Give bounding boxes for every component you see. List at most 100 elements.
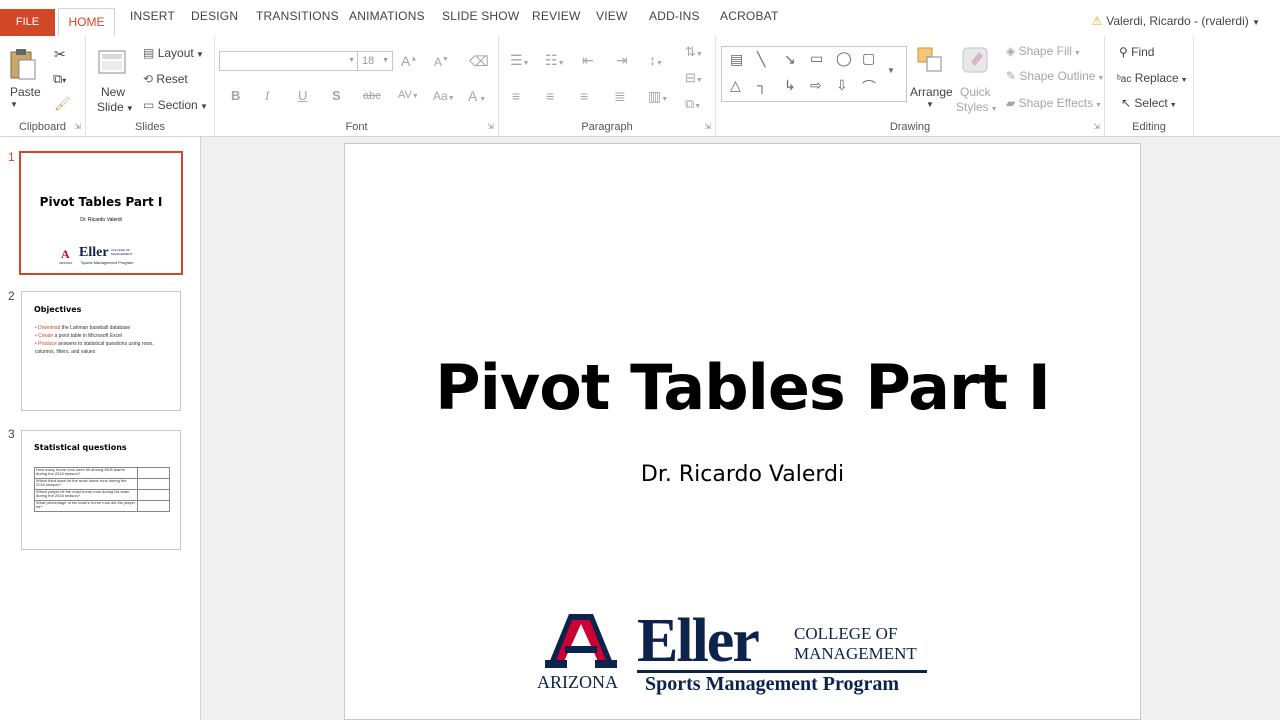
table-cell: Which player hit the most home runs duri… [34,489,138,501]
arrange-button[interactable] [916,46,944,74]
slide-thumbnail-3[interactable]: Statistical questions How many home runs… [21,430,181,550]
chevron-down-icon[interactable]: ▼ [926,100,934,109]
bullet-verb: Create [38,333,54,339]
oval-shape-icon[interactable]: ◯ [836,50,852,67]
find-button[interactable]: ⚲ Find [1119,45,1154,59]
section-button[interactable]: ▭ Section ▼ [143,98,208,112]
rectangle-shape-icon[interactable]: ▭ [810,50,823,67]
italic-button[interactable]: I [265,88,269,104]
rounded-rectangle-shape-icon[interactable]: ▢ [862,50,875,67]
new-slide-label-1[interactable]: New [101,85,125,99]
paste-label[interactable]: Paste [10,85,41,99]
copy-icon[interactable]: ⧉▾ [53,71,66,87]
chevron-down-icon: ▼ [197,102,208,111]
dialog-launcher-icon[interactable]: ⇲ [1093,122,1100,131]
shapes-more-chevron-icon[interactable]: ▼ [887,66,895,75]
slide-editing-canvas[interactable]: Pivot Tables Part I Dr. Ricardo Valerdi … [201,137,1280,720]
dialog-launcher-icon[interactable]: ⇲ [74,122,81,131]
align-center-icon[interactable]: ≡ [546,88,554,104]
shape-effects-button[interactable]: ▰ Shape Effects ▼ [1006,96,1102,110]
new-slide-button[interactable] [98,48,126,76]
align-left-icon[interactable]: ≡ [512,88,520,104]
columns-icon[interactable]: ▥▼ [648,88,668,105]
bold-button[interactable]: B [231,88,240,103]
font-color-button[interactable]: A ▼ [468,88,486,104]
grow-font-icon[interactable]: A▲ [401,53,417,69]
new-slide-label-2[interactable]: Slide ▼ [97,100,134,114]
clipboard-group-label: Clipboard [18,121,67,133]
quick-styles-label-2[interactable]: Styles ▼ [956,100,998,114]
bullets-icon[interactable]: ☰▼ [510,52,530,69]
reset-button[interactable]: ⟲ Reset [143,72,188,86]
shape-outline-button[interactable]: ✎ Shape Outline ▼ [1006,69,1104,83]
table-row: Which player hit the most home runs duri… [34,489,170,501]
arrange-label[interactable]: Arrange [910,85,953,99]
layout-button[interactable]: ▤ Layout ▼ [143,46,204,60]
clear-formatting-icon[interactable]: ⌫ [469,53,489,70]
table-row: What percentage of his team's home runs … [34,500,170,512]
shrink-font-icon[interactable]: A▼ [434,55,449,69]
align-text-icon[interactable]: ⊟▼ [685,70,703,86]
slide-thumbnail-pane[interactable]: 1 Pivot Tables Part I Dr. Ricardo Valerd… [0,137,201,720]
slide-thumbnail-2[interactable]: Objectives • Download the Lahman basebal… [21,291,181,411]
tab-design[interactable]: DESIGN [191,9,238,23]
paste-button[interactable] [9,48,37,80]
font-size-combo[interactable]: 18 ▼ [357,51,393,71]
tab-review[interactable]: REVIEW [532,9,581,23]
slide-subtitle[interactable]: Dr. Ricardo Valerdi [345,462,1140,487]
tab-home[interactable]: HOME [58,8,115,36]
elbow-arrow-shape-icon[interactable]: ↳ [784,77,796,94]
group-font: ▼ 18 ▼ A▲ A▼ ⌫ B I U S abc AV▼ Aa▼ A ▼ Fo… [215,36,499,136]
tab-slide-show[interactable]: SLIDE SHOW [442,9,519,23]
text-shadow-button[interactable]: S [332,88,341,103]
tab-file[interactable]: FILE [0,9,55,36]
elbow-connector-shape-icon[interactable]: ┐ [757,77,767,93]
layout-label: Layout [157,46,194,60]
font-name-combo[interactable]: ▼ [219,51,359,71]
text-box-shape-icon[interactable]: ▤ [730,51,743,68]
quick-styles-button[interactable] [961,46,989,74]
tab-add-ins[interactable]: ADD-INS [649,9,700,23]
shape-fill-button[interactable]: ◈ Shape Fill ▼ [1006,44,1081,58]
justify-icon[interactable]: ≣ [614,88,626,105]
current-slide[interactable]: Pivot Tables Part I Dr. Ricardo Valerdi … [344,143,1141,720]
replace-button[interactable]: ᵇac Replace ▼ [1117,71,1188,85]
line-shape-icon[interactable]: ╲ [757,51,765,68]
freeform-shape-icon[interactable]: ⌒ [862,77,876,97]
decrease-indent-icon[interactable]: ⇤ [582,52,594,69]
quick-styles-label-1[interactable]: Quick [960,85,991,99]
cut-icon[interactable]: ✂ [54,46,66,63]
underline-button[interactable]: U [298,88,307,103]
down-arrow-shape-icon[interactable]: ⇩ [836,77,848,94]
arrow-line-shape-icon[interactable]: ↘ [784,51,796,68]
tab-animations[interactable]: ANIMATIONS [349,9,425,23]
section-icon: ▭ [143,98,155,112]
user-account[interactable]: ⚠ Valerdi, Ricardo - (rvalerdi) ▼ [1091,14,1260,28]
tab-view[interactable]: VIEW [596,9,627,23]
table-cell [137,489,170,501]
tab-insert[interactable]: INSERT [130,9,175,23]
chevron-down-icon[interactable]: ▼ [10,100,18,109]
triangle-shape-icon[interactable]: △ [730,77,741,94]
line-spacing-icon[interactable]: ↕▼ [649,52,663,68]
dialog-launcher-icon[interactable]: ⇲ [704,122,711,131]
eller-logo[interactable]: ARIZONA Eller COLLEGE OF MANAGEMENT Sport… [537,610,937,700]
numbering-icon[interactable]: ☷▼ [545,52,565,69]
right-arrow-shape-icon[interactable]: ⇨ [810,77,822,94]
increase-indent-icon[interactable]: ⇥ [616,52,628,69]
strikethrough-button[interactable]: abc [363,90,381,102]
tab-acrobat[interactable]: ACROBAT [720,9,779,23]
select-button[interactable]: ↖ Select ▼ [1121,96,1177,110]
format-painter-icon[interactable]: 🖌 [54,96,71,112]
slide-thumbnail-1[interactable]: Pivot Tables Part I Dr. Ricardo Valerdi … [19,151,183,275]
quick-styles-label-2-text: Styles [956,100,989,114]
tab-transitions[interactable]: TRANSITIONS [256,9,339,23]
align-right-icon[interactable]: ≡ [580,88,588,104]
slide-title[interactable]: Pivot Tables Part I [345,351,1140,424]
text-direction-icon[interactable]: ⇅▼ [685,44,703,60]
character-spacing-button[interactable]: AV▼ [398,89,419,101]
change-case-button[interactable]: Aa▼ [433,89,455,103]
replace-label: Replace [1134,71,1179,85]
dialog-launcher-icon[interactable]: ⇲ [487,122,494,131]
smartart-icon[interactable]: ⧉▼ [685,96,701,112]
